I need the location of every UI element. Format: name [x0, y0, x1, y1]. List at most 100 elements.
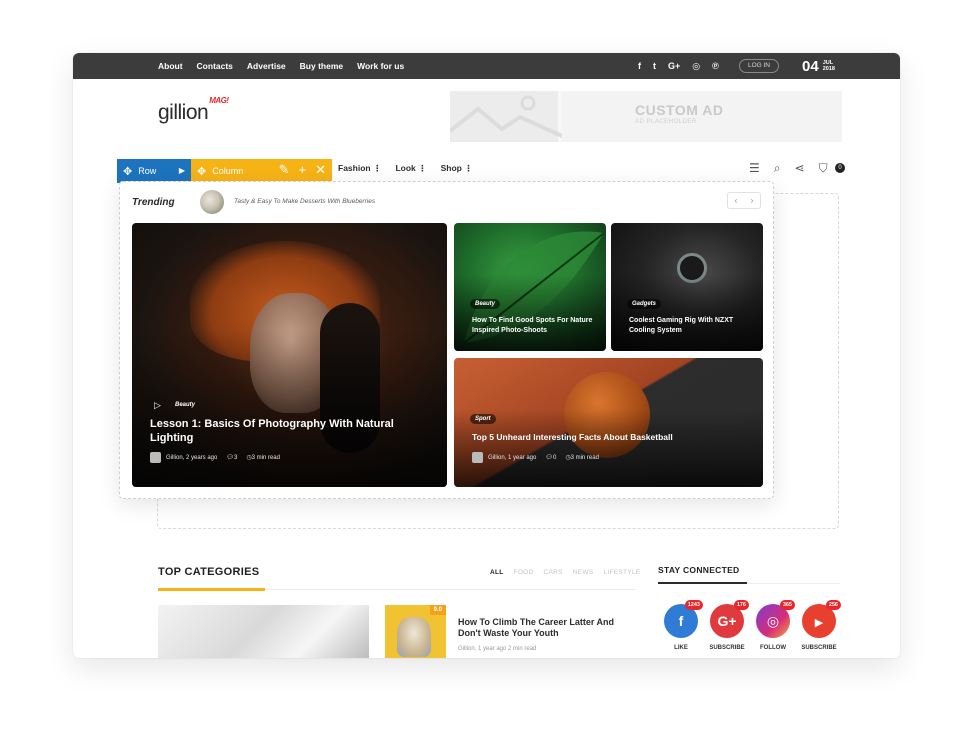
filter-cars[interactable]: CARS	[544, 569, 563, 576]
edit-pencil-icon[interactable]: ✎	[279, 162, 290, 178]
post-card[interactable]: Gadgets Coolest Gaming Rig With NZXT Coo…	[611, 223, 763, 351]
trending-pager: ‹ ›	[727, 192, 761, 209]
instagram-follow-button[interactable]: ◎ 365	[756, 600, 795, 638]
nav-item-look[interactable]: Look ⋮	[395, 163, 426, 174]
post-thumbnail[interactable]: 9.0	[385, 605, 446, 658]
post-title[interactable]: How To Climb The Career Latter And Don't…	[458, 617, 634, 639]
chevron-left-icon[interactable]: ‹	[735, 196, 738, 205]
post-author: Gillion, 2 years ago	[166, 454, 218, 461]
post-author: Gillion, 1 year ago	[488, 454, 537, 461]
trending-panel: Trending Tasty & Easy To Make Desserts W…	[119, 181, 774, 499]
comment-count: 3	[234, 454, 238, 461]
twitter-icon[interactable]: t	[653, 61, 656, 71]
close-icon[interactable]: ✕	[315, 162, 326, 178]
social-label: FOLLOW	[760, 645, 786, 651]
youtube-subscribe-button[interactable]: ▶ 256	[802, 600, 841, 638]
google-plus-subscribe-button[interactable]: G+ 176	[710, 600, 749, 638]
top-bar: About Contacts Advertise Buy theme Work …	[73, 53, 900, 79]
date-month-year: JUL 2018	[823, 60, 835, 72]
top-nav-contacts[interactable]: Contacts	[197, 61, 233, 71]
review-score-badge: 9.0	[429, 605, 446, 615]
read-time: 3 min read	[251, 454, 280, 461]
facebook-icon[interactable]: f	[638, 61, 641, 71]
read-time: 3 min read	[570, 454, 599, 461]
top-socials: f t G+ ◎ ℗	[638, 53, 731, 79]
category-badge[interactable]: Gadgets	[627, 299, 662, 309]
trending-label: Trending	[132, 197, 175, 208]
category-badge[interactable]: Beauty	[470, 299, 501, 309]
post-title[interactable]: Top 5 Unheard Interesting Facts About Ba…	[472, 432, 732, 443]
author-avatar	[472, 452, 483, 463]
date-display: 04 JUL 2018	[802, 56, 835, 76]
post-card[interactable]: Sport Top 5 Unheard Interesting Facts Ab…	[454, 358, 763, 487]
filter-food[interactable]: FOOD	[514, 569, 534, 576]
chevron-right-icon[interactable]: ›	[751, 196, 754, 205]
top-nav-buy-theme[interactable]: Buy theme	[300, 61, 343, 71]
post-title[interactable]: How To Find Good Spots For Nature Inspir…	[472, 316, 597, 335]
trending-headline[interactable]: Tasty & Easy To Make Desserts With Blueb…	[234, 198, 375, 205]
instagram-icon: ◎	[766, 613, 780, 629]
logo-badge: MAG!	[209, 96, 229, 105]
share-icon[interactable]: ⋖	[795, 161, 805, 176]
builder-column-handle[interactable]: ✥ Column ✎ + ✕	[191, 159, 332, 183]
featured-post-card[interactable]: ▷ Beauty Lesson 1: Basics Of Photography…	[132, 223, 447, 487]
ad-subtitle: AD PLACEHOLDER	[635, 119, 697, 125]
comment-icon: 💬︎	[545, 455, 553, 461]
instagram-icon[interactable]: ◎	[692, 61, 700, 72]
post-card[interactable]: Beauty How To Find Good Spots For Nature…	[454, 223, 606, 351]
trending-thumbnail[interactable]	[200, 190, 224, 214]
facebook-like-button[interactable]: f 1243	[664, 600, 703, 638]
top-nav-advertise[interactable]: Advertise	[247, 61, 286, 71]
ad-banner[interactable]: CUSTOM AD AD PLACEHOLDER	[448, 91, 842, 142]
top-nav-work-for-us[interactable]: Work for us	[357, 61, 404, 71]
category-thumbnail[interactable]	[158, 605, 369, 658]
date-year: 2018	[822, 66, 835, 72]
login-button[interactable]: LOG IN	[739, 59, 779, 73]
follower-count: 176	[733, 600, 749, 610]
pinterest-icon[interactable]: ℗	[712, 61, 719, 71]
card-overlay	[454, 358, 763, 487]
category-badge[interactable]: Sport	[470, 414, 496, 424]
main-nav: Fashion ⋮ Look ⋮ Shop ⋮	[338, 163, 487, 174]
search-icon[interactable]: ⌕	[774, 161, 781, 176]
comment-count: 0	[553, 454, 557, 461]
person-shape	[397, 617, 431, 657]
card-overlay	[132, 223, 447, 487]
author-avatar	[150, 452, 161, 463]
column-label: Column	[212, 166, 244, 176]
date-day: 04	[802, 57, 819, 75]
social-label: SUBSCRIBE	[801, 645, 837, 651]
google-plus-icon[interactable]: G+	[668, 61, 680, 71]
category-badge[interactable]: Beauty	[170, 400, 200, 410]
post-meta: Gillion, 1 year ago 💬︎ 0 ◷ 3 min read	[472, 452, 599, 463]
nav-item-fashion[interactable]: Fashion ⋮	[338, 163, 381, 174]
ad-title: CUSTOM AD	[635, 102, 724, 118]
title-underline	[658, 582, 747, 584]
builder-row-handle[interactable]: ✥ Row ▶	[117, 159, 191, 183]
site-preview: About Contacts Advertise Buy theme Work …	[73, 53, 900, 658]
top-nav-about[interactable]: About	[158, 61, 183, 71]
play-icon[interactable]: ▷	[154, 400, 161, 411]
title-underline	[158, 588, 265, 591]
category-filters: ALL FOOD CARS NEWS LIFESTYLE	[490, 569, 651, 576]
post-title[interactable]: Coolest Gaming Rig With NZXT Cooling Sys…	[629, 316, 749, 335]
facebook-icon: f	[678, 613, 684, 629]
follower-count: 365	[779, 600, 795, 610]
nav-item-shop[interactable]: Shop ⋮	[441, 163, 473, 174]
filter-lifestyle[interactable]: LIFESTYLE	[604, 569, 641, 576]
cart-icon[interactable]: ⛉	[819, 161, 828, 176]
social-label: SUBSCRIBE	[709, 645, 745, 651]
filter-news[interactable]: NEWS	[573, 569, 594, 576]
caret-right-icon[interactable]: ▶	[179, 166, 185, 175]
move-icon: ✥	[197, 165, 207, 178]
post-title[interactable]: Lesson 1: Basics Of Photography With Nat…	[150, 417, 420, 445]
filter-all[interactable]: ALL	[490, 569, 504, 576]
comment-icon: 💬︎	[226, 455, 234, 461]
move-icon: ✥	[123, 165, 133, 178]
youtube-icon: ▶	[814, 617, 824, 629]
column-actions: ✎ + ✕	[270, 162, 326, 178]
google-plus-icon: G+	[717, 613, 737, 629]
add-plus-icon[interactable]: +	[299, 162, 307, 178]
site-logo[interactable]: gillionMAG!	[158, 96, 229, 125]
menu-icon[interactable]: ☰	[749, 161, 760, 176]
